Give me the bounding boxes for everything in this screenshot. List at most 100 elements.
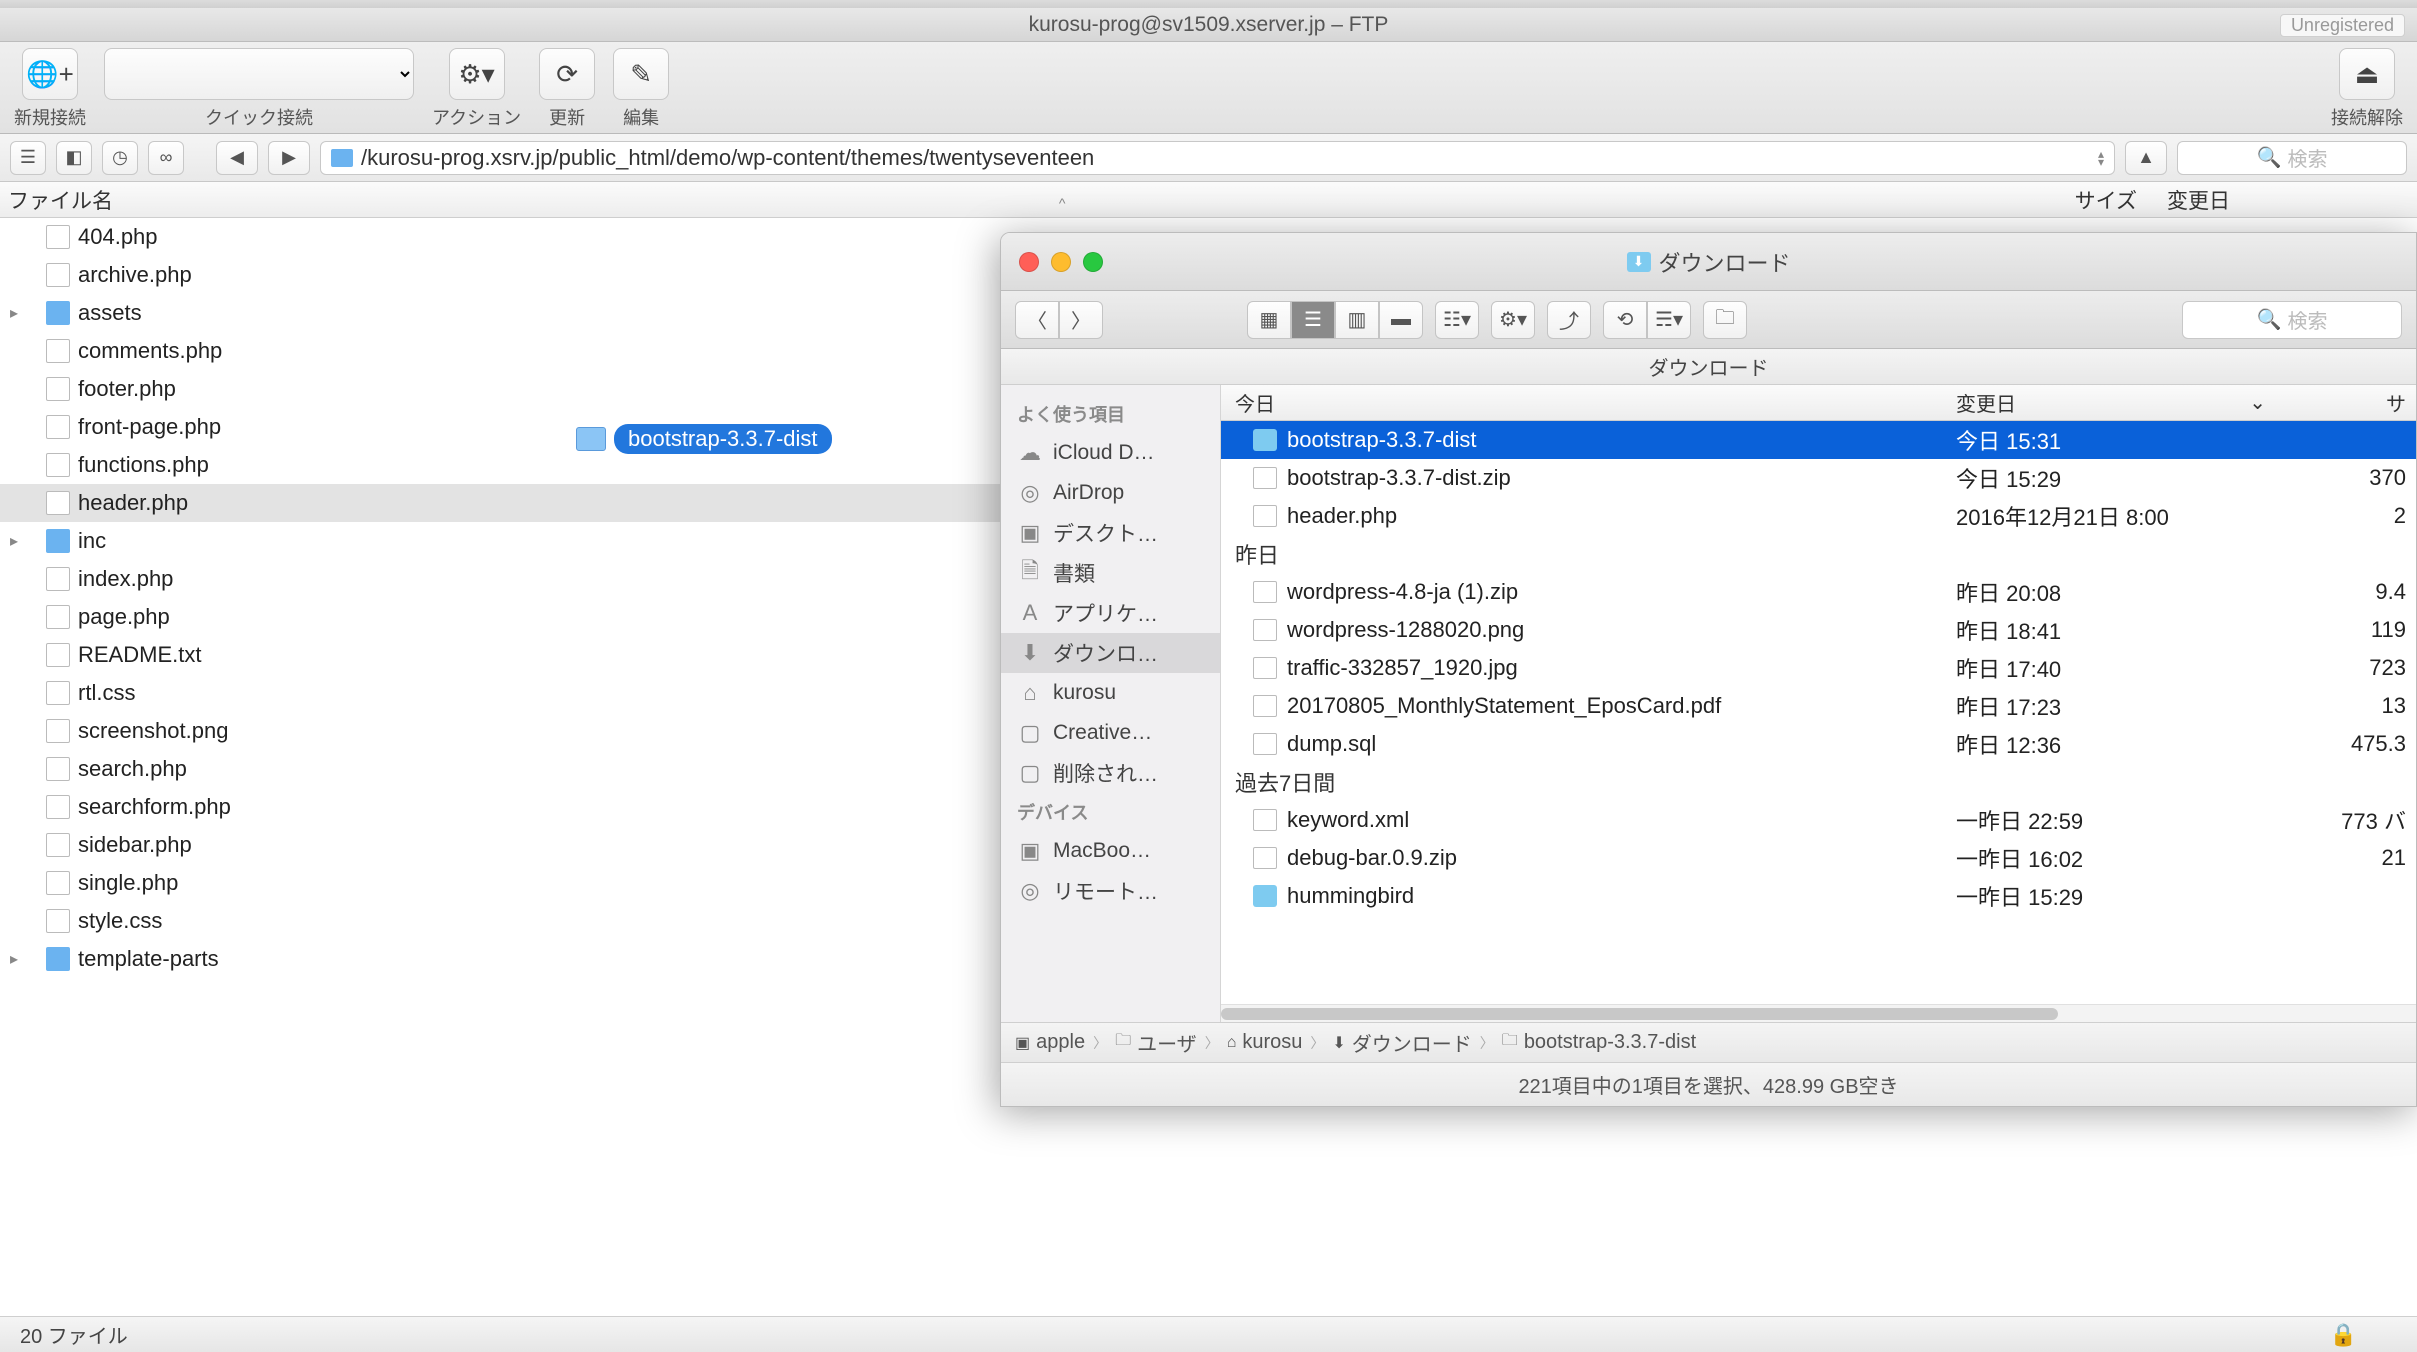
sidebar-item[interactable]: ▢削除され… xyxy=(1001,753,1220,793)
sidebar-item[interactable]: ◎AirDrop xyxy=(1001,473,1220,513)
folder-icon xyxy=(1253,429,1277,451)
view-columns-button[interactable]: ▥ xyxy=(1335,301,1379,339)
file-name: searchform.php xyxy=(78,794,231,820)
sidebar-item[interactable]: 🗎書類 xyxy=(1001,553,1220,593)
share-button[interactable]: ⤴ xyxy=(1547,301,1591,339)
column-size[interactable]: サイズ xyxy=(2047,185,2167,215)
search-input[interactable]: 🔍 検索 xyxy=(2177,141,2407,175)
path-segment[interactable]: ⬇ダウンロード xyxy=(1332,1028,1471,1057)
sidebar-icon: ◎ xyxy=(1017,878,1043,904)
path-segment[interactable]: ▣apple xyxy=(1015,1031,1085,1054)
path-segment[interactable]: 🗀bootstrap-3.3.7-dist xyxy=(1502,1029,1696,1056)
sidebar-item[interactable]: ▣デスクト… xyxy=(1001,513,1220,553)
file-icon xyxy=(1253,809,1277,831)
history-button[interactable]: ◷ xyxy=(102,141,138,175)
refresh-button[interactable]: ⟳ xyxy=(539,48,595,100)
item-size: 773 バ xyxy=(2296,804,2416,836)
column-name[interactable]: ファイル名 ^ xyxy=(0,185,2047,215)
item-size: 13 xyxy=(2296,693,2416,719)
finder-row[interactable]: keyword.xml一昨日 22:59773 バ xyxy=(1221,801,2416,839)
status-text: 20 ファイル xyxy=(20,1320,128,1349)
horizontal-scrollbar[interactable] xyxy=(1221,1004,2416,1022)
back-button[interactable]: ◀ xyxy=(216,141,258,175)
finder-row[interactable]: bootstrap-3.3.7-dist.zip今日 15:29370 xyxy=(1221,459,2416,497)
action-menu-button[interactable]: ⚙︎▾ xyxy=(1491,301,1535,339)
sidebar-icon: ☁ xyxy=(1017,440,1043,466)
item-date: 一昨日 15:29 xyxy=(1956,880,2296,912)
folder-icon xyxy=(46,301,70,325)
finder-search[interactable]: 🔍 検索 xyxy=(2182,301,2402,339)
file-name: index.php xyxy=(78,566,173,592)
edit-button[interactable]: ✎ xyxy=(613,48,669,100)
tag-prev-button[interactable]: ⟲ xyxy=(1603,301,1647,339)
sidebar-item[interactable]: ⬇ダウンロ… xyxy=(1001,633,1220,673)
finder-row[interactable]: 20170805_MonthlyStatement_EposCard.pdf昨日… xyxy=(1221,687,2416,725)
minimize-button[interactable] xyxy=(1051,252,1071,272)
outline-button[interactable]: ☰ xyxy=(10,141,46,175)
finder-row[interactable]: dump.sql昨日 12:36475.3 xyxy=(1221,725,2416,763)
scrollbar-thumb[interactable] xyxy=(1221,1008,2058,1020)
finder-search-placeholder: 検索 xyxy=(2287,305,2327,334)
devices-header: デバイス xyxy=(1001,793,1220,831)
action-button[interactable]: ⚙︎▾ xyxy=(449,48,505,100)
path-box[interactable]: /kurosu-prog.xsrv.jp/public_html/demo/wp… xyxy=(320,141,2115,175)
file-icon xyxy=(1253,695,1277,717)
finder-col-date[interactable]: 変更日⌄ xyxy=(1956,388,2296,417)
path-segment[interactable]: ⌂kurosu xyxy=(1227,1031,1303,1054)
view-list-button[interactable]: ☰ xyxy=(1291,301,1335,339)
finder-row[interactable]: traffic-332857_1920.jpg昨日 17:40723 xyxy=(1221,649,2416,687)
column-date[interactable]: 変更日 xyxy=(2167,185,2417,215)
sidebar-item[interactable]: ⌂kurosu xyxy=(1001,673,1220,713)
item-date: 昨日 18:41 xyxy=(1956,614,2296,646)
sidebar-item[interactable]: ▢Creative… xyxy=(1001,713,1220,753)
finder-status-text: 221項目中の1項目を選択、428.99 GB空き xyxy=(1518,1070,1898,1099)
finder-back-button[interactable]: 〈 xyxy=(1015,301,1059,339)
finder-forward-button[interactable]: 〉 xyxy=(1059,301,1103,339)
unregistered-badge: Unregistered xyxy=(2280,14,2405,37)
tag-button[interactable]: ☴▾ xyxy=(1647,301,1691,339)
up-button[interactable]: ▲ xyxy=(2125,141,2167,175)
quick-connect-select[interactable] xyxy=(104,48,414,100)
view-icon-button[interactable]: ▦ xyxy=(1247,301,1291,339)
sidebar-item[interactable]: ◎ リモート… xyxy=(1001,871,1220,911)
finder-row[interactable]: wordpress-1288020.png昨日 18:41119 xyxy=(1221,611,2416,649)
new-connection-button[interactable]: 🌐+ xyxy=(22,48,78,100)
maximize-button[interactable] xyxy=(1083,252,1103,272)
finder-row[interactable]: bootstrap-3.3.7-dist今日 15:31 xyxy=(1221,421,2416,459)
path-segment[interactable]: 🗀ユーザ xyxy=(1115,1028,1197,1057)
search-placeholder: 検索 xyxy=(2287,143,2327,172)
disconnect-button[interactable]: ⏏ xyxy=(2339,48,2395,100)
file-name: archive.php xyxy=(78,262,192,288)
sidebar-label: kurosu xyxy=(1053,681,1116,705)
sidebar-label: リモート… xyxy=(1053,876,1158,906)
finder-row[interactable]: header.php2016年12月21日 8:002 xyxy=(1221,497,2416,535)
close-button[interactable] xyxy=(1019,252,1039,272)
sync-button[interactable]: ∞ xyxy=(148,141,184,175)
item-date: 昨日 17:40 xyxy=(1956,652,2296,684)
forward-button[interactable]: ▶ xyxy=(268,141,310,175)
item-date: 昨日 20:08 xyxy=(1956,576,2296,608)
view-gallery-button[interactable]: ▬ xyxy=(1379,301,1423,339)
panel-button[interactable]: ◧ xyxy=(56,141,92,175)
sidebar-item[interactable]: ☁iCloud D… xyxy=(1001,433,1220,473)
item-name: bootstrap-3.3.7-dist xyxy=(1287,427,1956,453)
finder-col-name[interactable]: 今日 xyxy=(1221,388,1956,417)
sidebar-icon: 🗎 xyxy=(1017,554,1043,592)
finder-col-size[interactable]: サ xyxy=(2296,388,2416,417)
path-icon: 🗀 xyxy=(1115,1029,1131,1056)
file-name: footer.php xyxy=(78,376,176,402)
path-label: ユーザ xyxy=(1137,1028,1197,1057)
sidebar-item[interactable]: Aアプリケ… xyxy=(1001,593,1220,633)
arrange-button[interactable]: ☷▾ xyxy=(1435,301,1479,339)
file-icon xyxy=(46,757,70,781)
item-date: 昨日 17:23 xyxy=(1956,690,2296,722)
finder-row[interactable]: wordpress-4.8-ja (1).zip昨日 20:089.4 xyxy=(1221,573,2416,611)
finder-row[interactable]: hummingbird一昨日 15:29 xyxy=(1221,877,2416,915)
finder-row[interactable]: debug-bar.0.9.zip一昨日 16:0221 xyxy=(1221,839,2416,877)
item-size: 21 xyxy=(2296,845,2416,871)
file-name: page.php xyxy=(78,604,170,630)
file-icon xyxy=(46,833,70,857)
new-folder-button[interactable]: 🗀 xyxy=(1703,301,1747,339)
sidebar-item[interactable]: ▣MacBoo… xyxy=(1001,831,1220,871)
finder-window: ⬇ ダウンロード 〈 〉 ▦ ☰ ▥ ▬ ☷▾ ⚙︎▾ ⤴ ⟲ ☴▾ 🗀 🔍 検… xyxy=(1000,232,2417,1107)
